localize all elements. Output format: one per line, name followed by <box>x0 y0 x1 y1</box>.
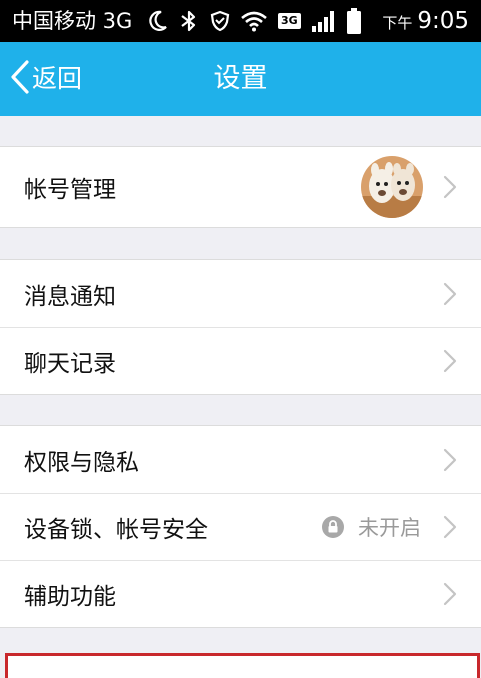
highlighted-row[interactable] <box>5 653 480 678</box>
device-lock-row[interactable]: 设备锁、帐号安全 未开启 <box>0 493 481 560</box>
account-management-row[interactable]: 帐号管理 <box>0 147 481 227</box>
signal-icon <box>311 9 337 33</box>
chevron-right-icon <box>443 448 457 472</box>
chat-history-label: 聊天记录 <box>24 350 116 377</box>
settings-screen: 中国移动 3G 3G 下午 9:05 返回 设置 帐号管理 消息通知 聊天记录 … <box>0 0 481 678</box>
carrier-label: 中国移动 3G <box>12 9 133 33</box>
shield-icon <box>210 10 230 32</box>
account-management-label: 帐号管理 <box>24 177 116 203</box>
avatar <box>361 156 423 218</box>
bluetooth-icon <box>178 10 200 32</box>
device-lock-label: 设备锁、帐号安全 <box>24 516 208 543</box>
chevron-right-icon <box>443 175 457 199</box>
status-bar: 中国移动 3G 3G 下午 9:05 <box>0 0 481 42</box>
chevron-right-icon <box>443 582 457 606</box>
title-bar: 返回 设置 <box>0 42 481 116</box>
device-lock-status-text: 未开启 <box>358 515 421 540</box>
account-group: 帐号管理 <box>0 146 481 228</box>
privacy-row[interactable]: 权限与隐私 <box>0 426 481 493</box>
status-icons: 3G <box>148 7 361 35</box>
accessibility-label: 辅助功能 <box>24 583 116 610</box>
chat-history-row[interactable]: 聊天记录 <box>0 327 481 394</box>
chevron-right-icon <box>443 282 457 306</box>
messages-group: 消息通知 聊天记录 <box>0 259 481 395</box>
accessibility-row[interactable]: 辅助功能 <box>0 560 481 627</box>
clock: 下午 9:05 <box>382 8 469 34</box>
privacy-label: 权限与隐私 <box>24 449 139 476</box>
notifications-row[interactable]: 消息通知 <box>0 260 481 327</box>
security-group: 权限与隐私 设备锁、帐号安全 未开启 辅助功能 <box>0 425 481 628</box>
moon-icon <box>148 10 168 32</box>
ampm-label: 下午 <box>382 14 413 32</box>
wifi-icon <box>240 10 268 32</box>
battery-icon <box>346 8 361 34</box>
chevron-right-icon <box>443 349 457 373</box>
time-label: 9:05 <box>417 8 469 34</box>
page-title: 设置 <box>213 63 268 94</box>
3g-icon: 3G <box>278 13 301 29</box>
lock-icon <box>322 515 344 538</box>
device-lock-status: 未开启 <box>322 512 421 542</box>
notifications-label: 消息通知 <box>24 283 116 310</box>
chevron-right-icon <box>443 515 457 539</box>
